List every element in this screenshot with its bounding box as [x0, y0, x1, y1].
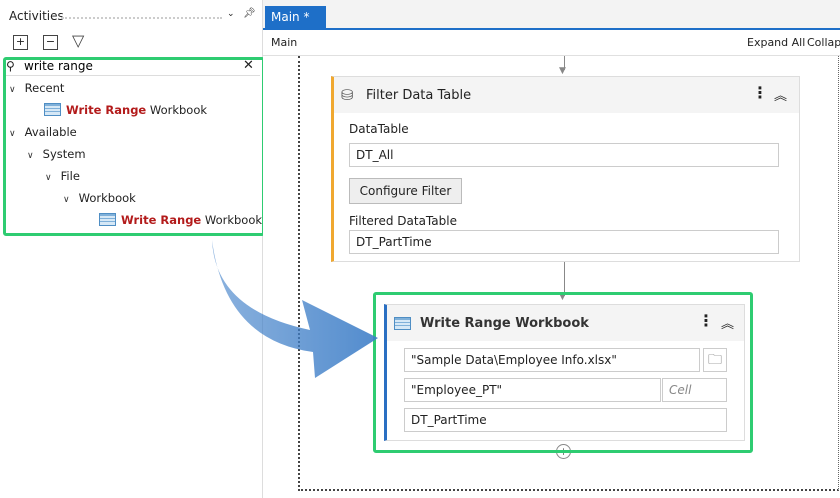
pointer-arrow [212, 240, 378, 378]
arrow-shape [212, 240, 378, 378]
